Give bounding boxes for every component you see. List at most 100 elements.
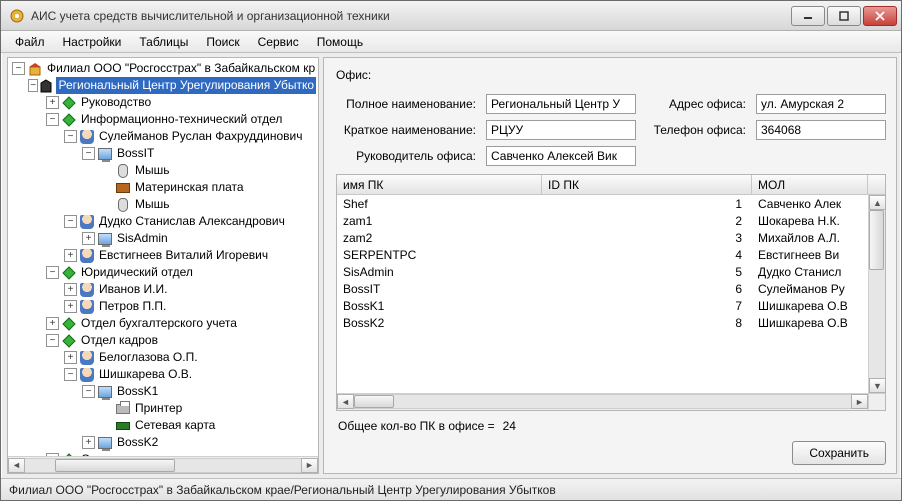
menu-file[interactable]: Файл <box>7 33 53 51</box>
tree-node-part[interactable]: Сетевая карта <box>10 417 316 434</box>
tree-node-dept[interactable]: −Отдел кадров <box>10 332 316 349</box>
scroll-down-button[interactable]: ▼ <box>869 378 886 393</box>
expand-icon[interactable]: + <box>46 317 59 330</box>
tree-node-person[interactable]: −Сулейманов Руслан Фахруддинович <box>10 128 316 145</box>
tree-node-dept[interactable]: −Информационно-технический отдел <box>10 111 316 128</box>
cell-id: 2 <box>542 212 752 229</box>
collapse-icon[interactable]: − <box>46 334 59 347</box>
menu-tables[interactable]: Таблицы <box>131 33 196 51</box>
table-row[interactable]: SisAdmin5Дудко Станисл <box>337 263 868 280</box>
scroll-thumb[interactable] <box>869 210 884 270</box>
input-shortname[interactable] <box>486 120 636 140</box>
collapse-icon[interactable]: − <box>12 62 25 75</box>
expand-icon[interactable]: + <box>46 96 59 109</box>
tree-node-person[interactable]: +Белоглазова О.П. <box>10 349 316 366</box>
printer-icon <box>115 401 131 417</box>
table-row[interactable]: Shef1Савченко Алек <box>337 195 868 212</box>
menu-help[interactable]: Помощь <box>309 33 371 51</box>
collapse-icon[interactable]: − <box>46 113 59 126</box>
collapse-icon[interactable]: − <box>64 215 77 228</box>
table-body[interactable]: Shef1Савченко Алекzam12Шокарева Н.К.zam2… <box>337 195 868 393</box>
table-row[interactable]: BossK28Шишкарева О.В <box>337 314 868 331</box>
tree-label: Материнская плата <box>135 179 244 196</box>
col-name[interactable]: имя ПК <box>337 175 542 194</box>
collapse-icon[interactable]: − <box>82 147 95 160</box>
menu-search[interactable]: Поиск <box>198 33 247 51</box>
collapse-icon[interactable]: − <box>82 385 95 398</box>
scroll-thumb[interactable] <box>55 459 175 472</box>
expand-icon[interactable]: + <box>64 351 77 364</box>
expand-icon[interactable]: + <box>82 436 95 449</box>
tree-node-person[interactable]: −Дудко Станислав Александрович <box>10 213 316 230</box>
tree-label: Отдел делопроизводства <box>81 451 222 456</box>
scroll-up-button[interactable]: ▲ <box>869 195 886 210</box>
table-vscrollbar[interactable]: ▲ ▼ <box>868 195 885 393</box>
table-row[interactable]: BossK17Шишкарева О.В <box>337 297 868 314</box>
scroll-track[interactable] <box>25 458 301 473</box>
tree-node-part[interactable]: Принтер <box>10 400 316 417</box>
tree-node-dept[interactable]: +Руководство <box>10 94 316 111</box>
input-phone[interactable] <box>756 120 886 140</box>
collapse-icon[interactable]: − <box>64 368 77 381</box>
save-button[interactable]: Сохранить <box>792 441 886 465</box>
tree-label: SisAdmin <box>117 230 168 247</box>
maximize-button[interactable] <box>827 6 861 26</box>
table-row[interactable]: SERPENTPC4Евстигнеев Ви <box>337 246 868 263</box>
tree-node-dept[interactable]: + Отдел бухгалтерского учета <box>10 315 316 332</box>
tree-node-dept[interactable]: −Юридический отдел <box>10 264 316 281</box>
input-head[interactable] <box>486 146 636 166</box>
tree-label: BossK2 <box>117 434 158 451</box>
treeview[interactable]: −Филиал ООО "Росгосстрах" в Забайкальско… <box>8 58 318 456</box>
scroll-track[interactable] <box>354 394 851 409</box>
tree-hscrollbar[interactable]: ◄ ► <box>8 456 318 473</box>
tree-node-person[interactable]: − Шишкарева О.В. <box>10 366 316 383</box>
person-icon <box>79 214 95 230</box>
tree-node-pc[interactable]: + BossK2 <box>10 434 316 451</box>
collapse-icon[interactable]: − <box>28 79 38 92</box>
expand-icon[interactable]: + <box>82 232 95 245</box>
input-address[interactable] <box>756 94 886 114</box>
table-row[interactable]: BossIT6Сулейманов Ру <box>337 280 868 297</box>
menu-service[interactable]: Сервис <box>250 33 307 51</box>
tree-node-office[interactable]: −Региональный Центр Урегулирования Убытк… <box>10 77 316 94</box>
scroll-left-button[interactable]: ◄ <box>337 394 354 409</box>
table-row[interactable]: zam23Михайлов А.Л. <box>337 229 868 246</box>
scroll-right-button[interactable]: ► <box>851 394 868 409</box>
collapse-icon[interactable]: − <box>64 130 77 143</box>
cell-id: 7 <box>542 297 752 314</box>
table-row[interactable]: zam12Шокарева Н.К. <box>337 212 868 229</box>
tree-node-part[interactable]: Материнская плата <box>10 179 316 196</box>
table-hscrollbar[interactable]: ◄ ► <box>337 393 885 410</box>
tree-node-dept[interactable]: + Отдел делопроизводства <box>10 451 316 456</box>
tree-node-person[interactable]: +Иванов И.И. <box>10 281 316 298</box>
col-id[interactable]: ID ПК <box>542 175 752 194</box>
scroll-track[interactable] <box>869 210 885 378</box>
tree-node-part[interactable]: Мышь <box>10 162 316 179</box>
cell-id: 5 <box>542 263 752 280</box>
expand-icon[interactable]: + <box>64 283 77 296</box>
tree-node-person[interactable]: +Евстигнеев Виталий Игоревич <box>10 247 316 264</box>
tree-label: Отдел бухгалтерского учета <box>81 315 237 332</box>
tree-node-pc[interactable]: −BossK1 <box>10 383 316 400</box>
tree-node-pc[interactable]: −BossIT <box>10 145 316 162</box>
tree-node-pc[interactable]: + SisAdmin <box>10 230 316 247</box>
expand-icon[interactable]: + <box>46 453 59 456</box>
collapse-icon[interactable]: − <box>46 266 59 279</box>
expand-icon[interactable]: + <box>64 249 77 262</box>
label-address: Адрес офиса: <box>646 97 746 111</box>
menu-settings[interactable]: Настройки <box>55 33 130 51</box>
dept-icon <box>61 265 77 281</box>
scroll-left-button[interactable]: ◄ <box>8 458 25 473</box>
minimize-button[interactable] <box>791 6 825 26</box>
tree-node-part[interactable]: Мышь <box>10 196 316 213</box>
tree-label: Петров П.П. <box>99 298 166 315</box>
col-mol[interactable]: МОЛ <box>752 175 868 194</box>
scroll-right-button[interactable]: ► <box>301 458 318 473</box>
tree-label: Шишкарева О.В. <box>99 366 192 383</box>
tree-node-root[interactable]: −Филиал ООО "Росгосстрах" в Забайкальско… <box>10 60 316 77</box>
tree-node-person[interactable]: + Петров П.П. <box>10 298 316 315</box>
scroll-thumb[interactable] <box>354 395 394 408</box>
close-button[interactable] <box>863 6 897 26</box>
expand-icon[interactable]: + <box>64 300 77 313</box>
input-fullname[interactable] <box>486 94 636 114</box>
